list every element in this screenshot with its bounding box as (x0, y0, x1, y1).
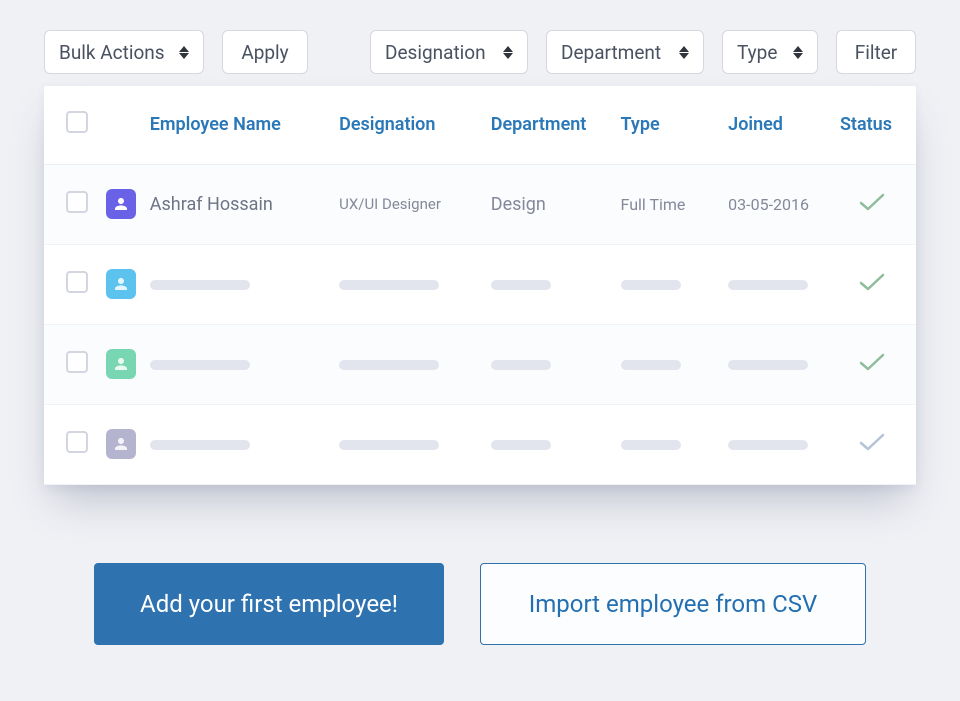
cell-joined-placeholder (728, 324, 836, 404)
cell-designation-placeholder (339, 324, 491, 404)
cell-joined-placeholder (728, 244, 836, 324)
cell-type-placeholder (621, 244, 729, 324)
table-row[interactable]: Ashraf Hossain UX/UI Designer Design Ful… (44, 164, 916, 244)
cell-department: Design (491, 164, 621, 244)
person-icon (113, 276, 129, 292)
cell-name: Ashraf Hossain (150, 164, 339, 244)
header-designation[interactable]: Designation (339, 86, 491, 164)
cell-name-placeholder (150, 404, 339, 484)
cell-joined: 03-05-2016 (728, 164, 836, 244)
bulk-actions-label: Bulk Actions (59, 41, 165, 64)
cell-type-placeholder (621, 404, 729, 484)
table-row[interactable] (44, 244, 916, 324)
cell-department-placeholder (491, 404, 621, 484)
chevron-up-down-icon (679, 46, 689, 59)
person-icon (113, 436, 129, 452)
cell-department-placeholder (491, 244, 621, 324)
avatar (106, 349, 136, 379)
status-active-icon (858, 197, 886, 217)
table-row[interactable] (44, 324, 916, 404)
chevron-up-down-icon (503, 46, 513, 59)
person-icon (113, 196, 129, 212)
designation-label: Designation (385, 41, 486, 64)
cell-joined-placeholder (728, 404, 836, 484)
status-inactive-icon (858, 437, 886, 457)
import-csv-button[interactable]: Import employee from CSV (480, 563, 866, 645)
cell-designation-placeholder (339, 244, 491, 324)
type-label: Type (737, 41, 777, 64)
header-status[interactable]: Status (836, 86, 916, 164)
cell-name-placeholder (150, 324, 339, 404)
row-checkbox[interactable] (66, 431, 88, 453)
employees-table-card: Employee Name Designation Department Typ… (44, 86, 916, 485)
cell-name-placeholder (150, 244, 339, 324)
row-checkbox[interactable] (66, 351, 88, 373)
designation-select[interactable]: Designation (370, 30, 528, 74)
toolbar: Bulk Actions Apply Designation Departmen… (44, 30, 916, 74)
row-checkbox[interactable] (66, 191, 88, 213)
cell-department-placeholder (491, 324, 621, 404)
select-all-checkbox[interactable] (66, 111, 88, 133)
type-select[interactable]: Type (722, 30, 818, 74)
cta-row: Add your first employee! Import employee… (44, 563, 916, 645)
avatar (106, 189, 136, 219)
department-label: Department (561, 41, 661, 64)
status-active-icon (858, 277, 886, 297)
department-select[interactable]: Department (546, 30, 704, 74)
apply-button[interactable]: Apply (222, 30, 308, 74)
add-employee-label: Add your first employee! (140, 590, 398, 618)
avatar (106, 269, 136, 299)
employees-screen: Bulk Actions Apply Designation Departmen… (0, 0, 960, 701)
status-active-icon (858, 357, 886, 377)
chevron-up-down-icon (179, 46, 189, 59)
row-checkbox[interactable] (66, 271, 88, 293)
header-name[interactable]: Employee Name (150, 86, 339, 164)
filter-button[interactable]: Filter (836, 30, 916, 74)
filter-label: Filter (855, 41, 897, 64)
cell-designation-placeholder (339, 404, 491, 484)
header-department[interactable]: Department (491, 86, 621, 164)
cell-type: Full Time (621, 164, 729, 244)
table-header-row: Employee Name Designation Department Typ… (44, 86, 916, 164)
table-row[interactable] (44, 404, 916, 484)
cell-designation: UX/UI Designer (339, 164, 491, 244)
header-select-all (44, 86, 106, 164)
person-icon (113, 356, 129, 372)
import-csv-label: Import employee from CSV (529, 590, 818, 618)
add-employee-button[interactable]: Add your first employee! (94, 563, 444, 645)
avatar (106, 429, 136, 459)
employees-table: Employee Name Designation Department Typ… (44, 86, 916, 485)
cell-type-placeholder (621, 324, 729, 404)
bulk-actions-select[interactable]: Bulk Actions (44, 30, 204, 74)
header-joined[interactable]: Joined (728, 86, 836, 164)
apply-label: Apply (241, 41, 288, 64)
header-type[interactable]: Type (621, 86, 729, 164)
chevron-up-down-icon (793, 46, 803, 59)
